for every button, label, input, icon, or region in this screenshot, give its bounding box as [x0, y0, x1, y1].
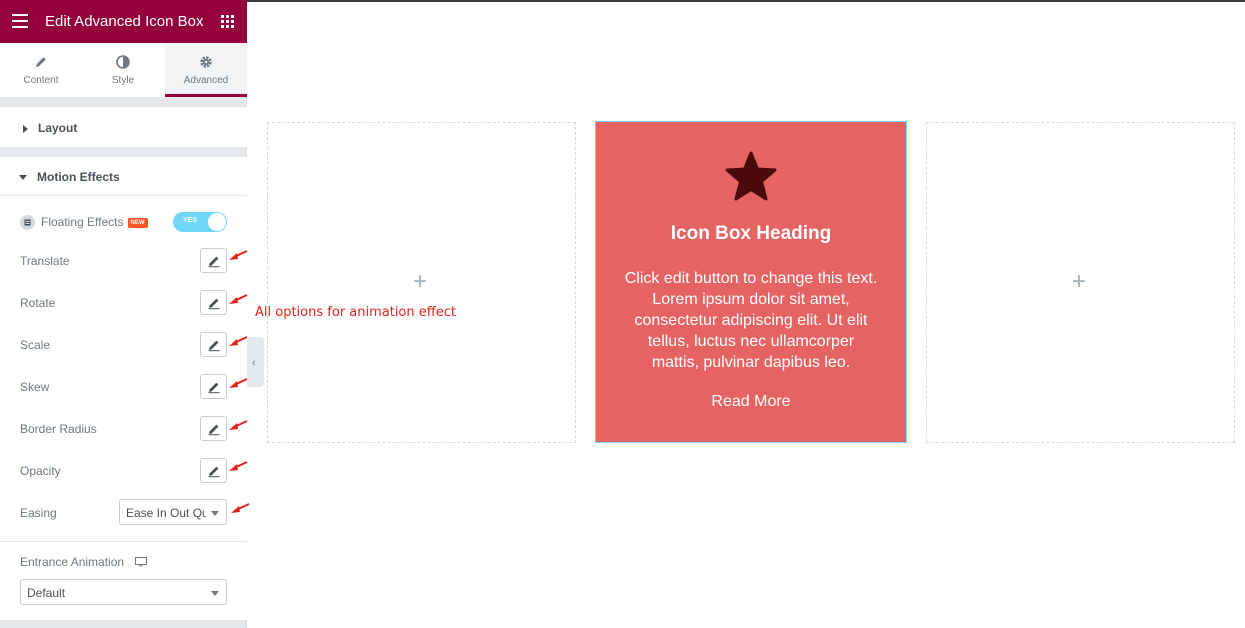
opacity-row: Opacity	[20, 458, 227, 484]
rotate-label: Rotate	[20, 296, 56, 310]
chevron-left-icon: ‹	[252, 357, 256, 369]
rotate-edit-button[interactable]	[200, 290, 227, 315]
skew-row: Skew	[20, 374, 227, 400]
advanced-icon-box[interactable]: Icon Box Heading Click edit button to ch…	[595, 121, 907, 443]
read-more-link[interactable]: Read More	[596, 393, 906, 411]
rotate-row: Rotate	[20, 290, 227, 316]
panel-title: Edit Advanced Icon Box	[45, 13, 204, 30]
pencil-icon	[33, 55, 49, 71]
translate-row: Translate	[20, 248, 227, 274]
tab-content[interactable]: Content	[0, 43, 82, 97]
pencil-icon	[208, 256, 220, 268]
add-widget-icon[interactable]: +	[1072, 270, 1086, 294]
pencil-icon	[208, 466, 220, 478]
red-arrow-icon	[229, 294, 248, 304]
contrast-icon	[115, 55, 131, 71]
tab-advanced[interactable]: Advanced	[165, 43, 247, 97]
tab-style[interactable]: Style	[82, 43, 164, 97]
gear-icon	[198, 55, 214, 71]
chevron-down-icon	[211, 511, 219, 516]
floating-effects-row: Floating Effects NEW YES	[20, 212, 227, 238]
entrance-animation-section: Entrance Animation Default	[0, 542, 247, 620]
new-badge: NEW	[127, 217, 148, 228]
skew-edit-button[interactable]	[200, 374, 227, 399]
opacity-label: Opacity	[20, 464, 61, 478]
entrance-animation-value: Default	[27, 586, 66, 600]
hamburger-menu-icon[interactable]	[12, 14, 28, 28]
motion-effects-header[interactable]: Motion Effects	[0, 157, 247, 196]
easing-value: Ease In Out Quad	[126, 506, 206, 520]
empty-column-left[interactable]: +	[267, 122, 576, 443]
entrance-animation-select[interactable]: Default	[20, 579, 227, 605]
pencil-icon	[208, 424, 220, 436]
easing-select[interactable]: Ease In Out Quad	[119, 499, 227, 525]
floating-effects-icon	[20, 215, 35, 230]
red-arrow-icon	[229, 336, 248, 346]
translate-label: Translate	[20, 254, 70, 268]
opacity-edit-button[interactable]	[200, 458, 227, 483]
motion-effects-title: Motion Effects	[37, 170, 120, 184]
border-radius-edit-button[interactable]	[200, 416, 227, 441]
red-arrow-icon	[229, 378, 248, 388]
tab-style-label: Style	[111, 75, 135, 86]
floating-effects-label: Floating Effects NEW	[41, 215, 148, 229]
caret-down-icon	[19, 175, 27, 181]
pencil-icon	[208, 382, 220, 394]
red-arrow-icon	[229, 461, 248, 471]
desktop-icon	[135, 556, 148, 570]
panel-header: Edit Advanced Icon Box	[0, 0, 247, 43]
tab-advanced-label: Advanced	[183, 75, 229, 86]
border-radius-row: Border Radius	[20, 416, 227, 442]
caret-right-icon	[23, 124, 28, 133]
skew-label: Skew	[20, 380, 50, 394]
border-radius-label: Border Radius	[20, 422, 97, 436]
red-arrow-icon	[229, 420, 248, 430]
easing-label: Easing	[20, 506, 57, 520]
widgets-grid-icon[interactable]	[221, 15, 234, 28]
translate-edit-button[interactable]	[200, 248, 227, 273]
easing-row: Easing Ease In Out Quad	[20, 499, 227, 526]
star-icon	[725, 151, 777, 201]
icon-box-text: Click edit button to change this text. L…	[624, 270, 878, 371]
red-arrow-icon	[229, 250, 248, 260]
red-arrow-icon	[231, 503, 250, 513]
floating-effects-toggle[interactable]: YES	[173, 212, 227, 232]
layout-section[interactable]: Layout	[0, 107, 247, 147]
layout-section-title: Layout	[38, 121, 78, 135]
scale-row: Scale	[20, 332, 227, 358]
editor-panel: Edit Advanced Icon Box Content Style Adv…	[0, 0, 247, 628]
add-widget-icon[interactable]: +	[413, 270, 427, 294]
icon-box-heading: Icon Box Heading	[670, 223, 832, 244]
motion-effects-section: Motion Effects Floating Effects NEW YES T…	[0, 157, 247, 541]
scale-edit-button[interactable]	[200, 332, 227, 357]
collapse-panel-handle[interactable]: ‹	[247, 337, 264, 387]
scale-label: Scale	[20, 338, 51, 352]
empty-column-right[interactable]: +	[926, 122, 1235, 443]
tab-content-label: Content	[23, 75, 59, 86]
panel-tabs: Content Style Advanced	[0, 43, 247, 97]
chevron-down-icon	[211, 591, 219, 596]
toggle-knob	[208, 213, 226, 231]
entrance-animation-label: Entrance Animation	[20, 555, 148, 570]
toggle-text: YES	[183, 217, 198, 224]
pencil-icon	[208, 340, 220, 352]
pencil-icon	[208, 298, 220, 310]
